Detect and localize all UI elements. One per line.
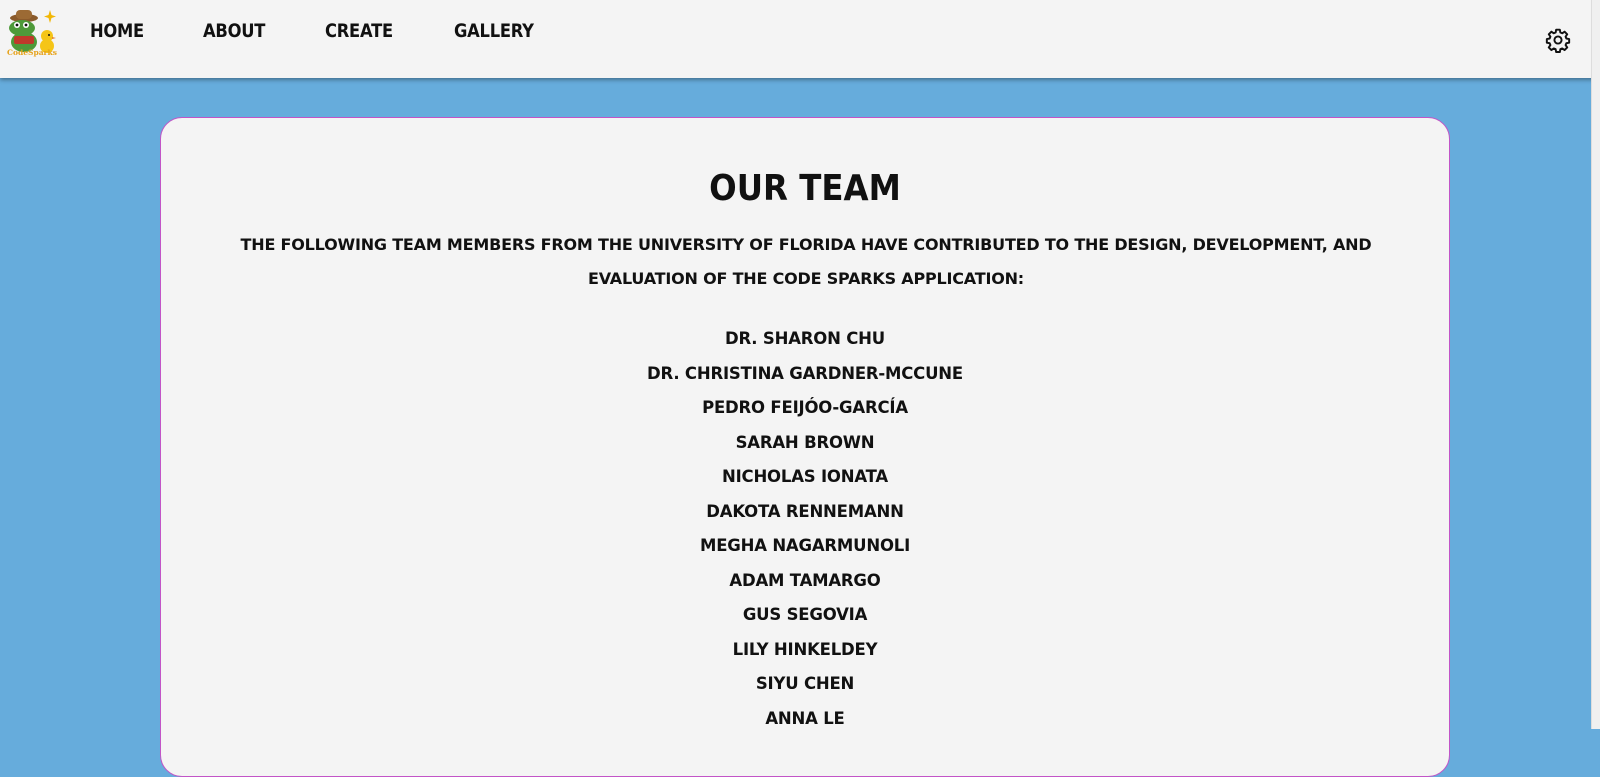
team-card: Our Team The following team members from… — [160, 117, 1450, 777]
team-member: Lily Hinkeldey — [732, 639, 878, 659]
team-member: Pedro Feijóo-García — [702, 398, 908, 417]
team-member: Dakota Rennemann — [706, 501, 904, 521]
team-member: Dr. Sharon Chu — [725, 329, 885, 348]
page-scrollbar[interactable] — [1591, 0, 1600, 729]
logo-wordmark: CodeSparks — [7, 48, 57, 57]
gear-icon — [1545, 28, 1571, 53]
team-member: Megha Nagarmunoli — [699, 536, 911, 555]
team-member: Sarah Brown — [735, 432, 875, 452]
team-member: Siyu Chen — [755, 674, 855, 693]
team-member: Anna Le — [765, 708, 845, 728]
team-member: Dr. Christina Gardner-McCune — [647, 363, 963, 383]
nav-gallery-link[interactable]: Gallery — [454, 20, 534, 42]
main-nav: Home About Create Gallery — [90, 20, 597, 42]
team-member: Gus Segovia — [742, 605, 868, 624]
team-intro-text: The following team members from the Univ… — [240, 235, 1372, 288]
team-member: Nicholas Ionata — [721, 467, 888, 486]
nav-about-link[interactable]: About — [203, 20, 265, 42]
nav-create-link[interactable]: Create — [325, 20, 393, 42]
nav-home-link[interactable]: Home — [90, 20, 144, 42]
page-title: Our Team — [709, 168, 901, 209]
top-navbar: CodeSparks Home About Create Gallery — [0, 0, 1600, 78]
team-member: Adam Tamargo — [729, 570, 881, 590]
settings-button[interactable] — [1545, 27, 1571, 53]
team-member-list: Dr. Sharon Chu Dr. Christina Gardner-McC… — [161, 322, 1449, 736]
